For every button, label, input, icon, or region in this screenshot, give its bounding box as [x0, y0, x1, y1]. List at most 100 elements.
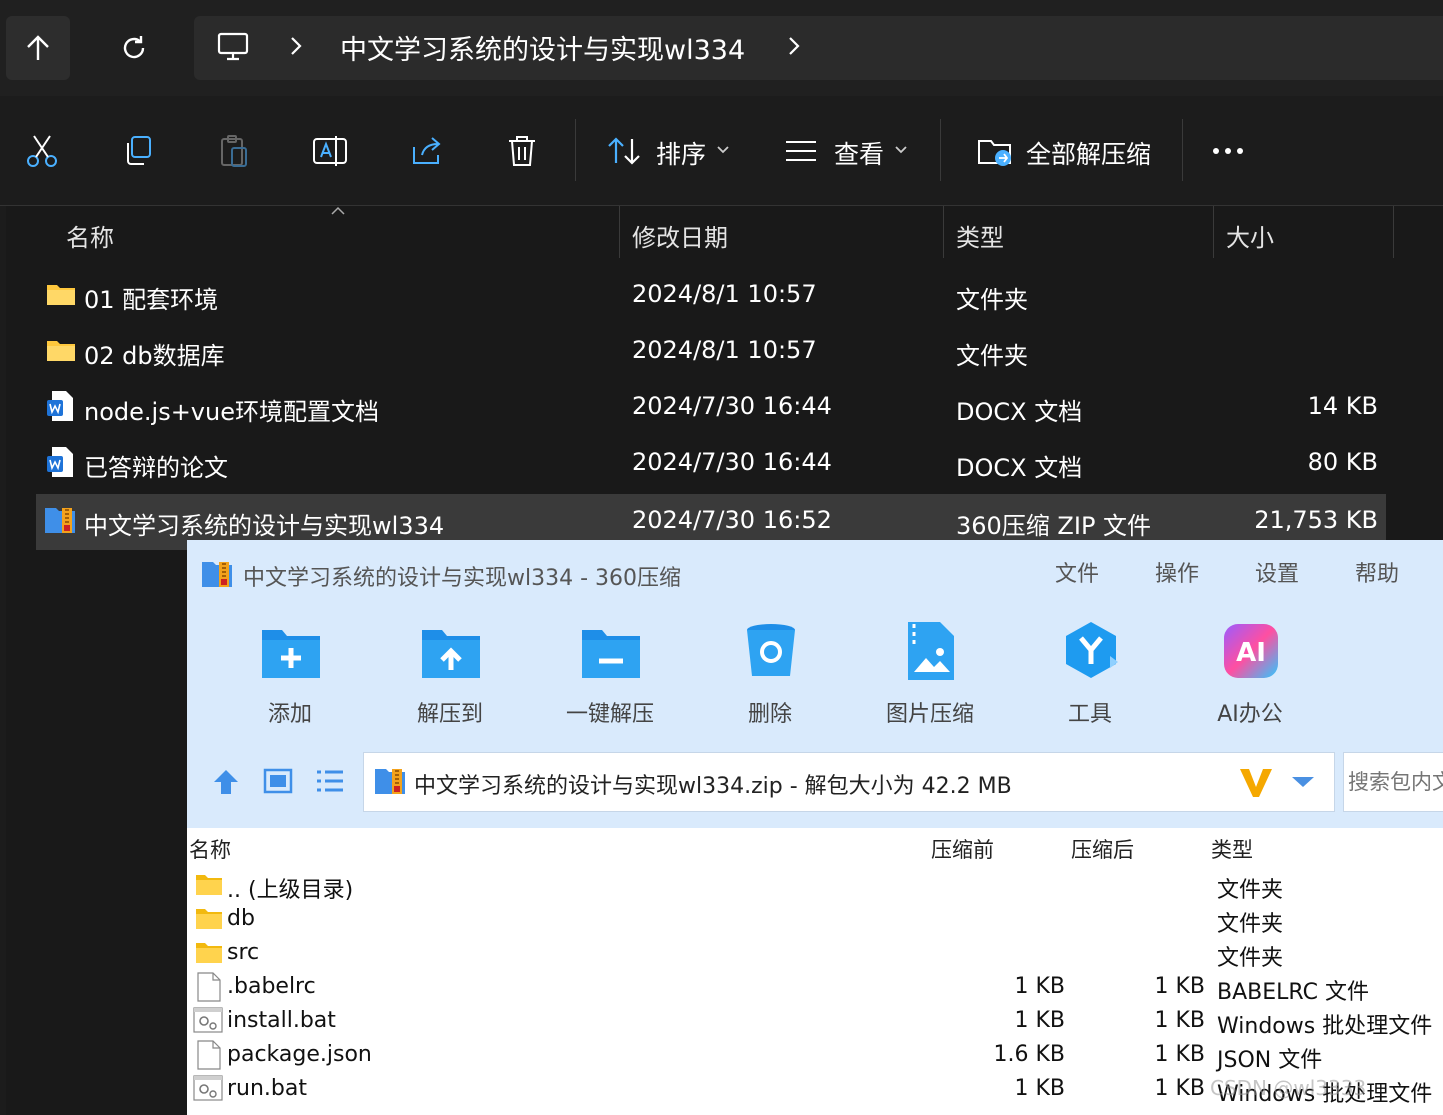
chevron-down-icon: [717, 146, 729, 154]
menu-settings[interactable]: 设置: [1255, 556, 1299, 588]
zip-viewer-window: 中文学习系统的设计与实现wl334 - 360压缩 文件 操作 设置 帮助 添加…: [187, 540, 1443, 1115]
list-view-icon[interactable]: [315, 768, 345, 794]
divider: [575, 119, 576, 181]
trash-icon: [509, 136, 535, 166]
chevron-down-icon: [895, 146, 907, 154]
search-box[interactable]: [1343, 752, 1443, 812]
chevron-right-icon[interactable]: [780, 32, 808, 60]
archive-row[interactable]: install.bat 1 KB 1 KB Windows 批处理文件: [187, 1004, 1443, 1039]
refresh-icon: [123, 36, 145, 59]
word-document-icon: [47, 391, 73, 421]
archive-path-box[interactable]: 中文学习系统的设计与实现wl334.zip - 解包大小为 42.2 MB: [363, 752, 1335, 812]
column-header-after[interactable]: 压缩后: [1071, 834, 1134, 864]
menu-file[interactable]: 文件: [1055, 556, 1099, 588]
zip-app-icon: [202, 562, 232, 587]
column-header-size[interactable]: 大小: [1226, 218, 1274, 253]
folder-icon: [47, 285, 75, 305]
rename-button[interactable]: [310, 131, 350, 171]
column-divider[interactable]: [943, 206, 944, 258]
search-input[interactable]: [1346, 769, 1443, 795]
chevron-right-icon[interactable]: [282, 32, 310, 60]
breadcrumb-folder[interactable]: 中文学习系统的设计与实现wl334: [340, 28, 745, 67]
blank-file-icon: [197, 972, 221, 1002]
archive-row[interactable]: .. (上级目录) 文件夹: [187, 868, 1443, 903]
view-button[interactable]: 查看: [780, 97, 930, 205]
thumbnail-view-icon[interactable]: [263, 768, 293, 794]
extract-all-label: 全部解压缩: [1026, 140, 1152, 169]
delete-button[interactable]: [502, 131, 542, 171]
folder-icon: [47, 341, 75, 361]
file-row[interactable]: node.js+vue环境配置文档 2024/7/30 16:44 DOCX 文…: [36, 380, 1386, 436]
file-row[interactable]: 02 db数据库 2024/8/1 10:57 文件夹: [36, 324, 1386, 380]
folder-icon: [196, 943, 222, 963]
more-icon: [1213, 148, 1243, 154]
watermark: CSDN @wl3333: [1210, 1076, 1367, 1100]
batch-file-icon: [193, 1075, 223, 1101]
extract-to-button[interactable]: 解压到: [390, 620, 510, 730]
folder-icon: [196, 909, 222, 929]
command-bar: 排序 查看 全部解压缩: [0, 97, 1443, 206]
blank-file-icon: [197, 1040, 221, 1070]
archive-row[interactable]: package.json 1.6 KB 1 KB JSON 文件: [187, 1038, 1443, 1073]
file-row[interactable]: 01 配套环境 2024/8/1 10:57 文件夹: [36, 268, 1386, 324]
zip-title-bar[interactable]: 中文学习系统的设计与实现wl334 - 360压缩 文件 操作 设置 帮助: [187, 540, 1443, 610]
copy-icon: [127, 136, 151, 165]
sort-icon: [608, 137, 640, 165]
divider: [1182, 119, 1183, 181]
folder-extract-icon: [978, 140, 1011, 166]
column-header-name[interactable]: 名称: [66, 218, 114, 253]
zip-archive-icon: [45, 508, 75, 533]
archive-list-header: 名称 压缩前 压缩后 类型: [187, 828, 1443, 862]
paste-icon: [221, 135, 247, 167]
zip-window-title: 中文学习系统的设计与实现wl334 - 360压缩: [243, 566, 682, 591]
arrow-up-icon: [27, 35, 49, 60]
copy-button[interactable]: [118, 131, 158, 171]
view-list-icon: [786, 141, 816, 161]
archive-row[interactable]: .babelrc 1 KB 1 KB BABELRC 文件: [187, 970, 1443, 1005]
archive-path-text: 中文学习系统的设计与实现wl334.zip - 解包大小为 42.2 MB: [414, 774, 1012, 799]
refresh-button[interactable]: [102, 16, 166, 80]
tools-hexagon-icon: [1066, 622, 1118, 678]
sort-ascending-icon: [331, 206, 345, 215]
column-divider[interactable]: [1393, 206, 1394, 258]
tools-button[interactable]: 工具: [1030, 620, 1150, 730]
column-header-type[interactable]: 类型: [1211, 834, 1253, 864]
ai-icon: AI: [1224, 624, 1278, 678]
up-arrow-icon[interactable]: [211, 768, 241, 796]
paste-button[interactable]: [214, 131, 254, 171]
extract-folder-icon: [422, 630, 480, 678]
file-row[interactable]: 已答辩的论文 2024/7/30 16:44 DOCX 文档 80 KB: [36, 436, 1386, 492]
add-button[interactable]: 添加: [230, 620, 350, 730]
ai-office-button[interactable]: AI AI办公: [1190, 620, 1310, 730]
recycle-bin-icon: [747, 624, 795, 676]
menu-operation[interactable]: 操作: [1155, 556, 1199, 588]
batch-file-icon: [193, 1007, 223, 1033]
archive-row[interactable]: src 文件夹: [187, 936, 1443, 971]
zip-address-row: 中文学习系统的设计与实现wl334.zip - 解包大小为 42.2 MB: [187, 750, 1443, 830]
cut-button[interactable]: [22, 131, 62, 171]
image-compress-button[interactable]: 图片压缩: [870, 620, 990, 730]
menu-help[interactable]: 帮助: [1355, 556, 1399, 588]
sort-label: 排序: [656, 140, 707, 169]
one-click-extract-button[interactable]: 一键解压: [550, 620, 670, 730]
column-header-name[interactable]: 名称: [189, 834, 231, 864]
share-button[interactable]: [406, 131, 446, 171]
delete-button[interactable]: 删除: [710, 620, 830, 730]
dropdown-arrow-icon[interactable]: [1290, 775, 1316, 789]
sort-button[interactable]: 排序: [600, 97, 750, 205]
column-divider[interactable]: [1213, 206, 1214, 258]
archive-row[interactable]: db 文件夹: [187, 902, 1443, 937]
more-options-button[interactable]: [1208, 137, 1256, 165]
address-bar[interactable]: 中文学习系统的设计与实现wl334: [194, 16, 1443, 80]
rename-icon: [313, 136, 347, 166]
column-header-before[interactable]: 压缩前: [931, 834, 994, 864]
column-header-type[interactable]: 类型: [956, 218, 1004, 253]
extract-all-button[interactable]: 全部解压缩: [972, 97, 1172, 205]
svg-text:AI: AI: [1236, 638, 1266, 668]
column-header-date[interactable]: 修改日期: [632, 218, 728, 253]
v-logo-icon[interactable]: [1238, 767, 1274, 799]
column-divider[interactable]: [619, 206, 620, 258]
up-button[interactable]: [6, 16, 70, 80]
computer-icon: [217, 32, 249, 61]
add-folder-icon: [262, 630, 320, 678]
